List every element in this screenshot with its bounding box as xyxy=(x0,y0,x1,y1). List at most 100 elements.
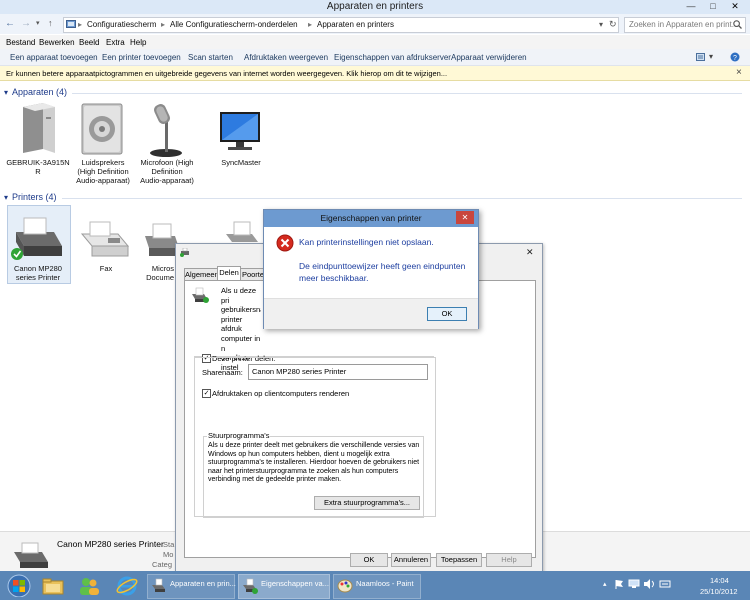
up-arrow-icon[interactable]: ↑ xyxy=(48,18,53,28)
language-keyboard-icon[interactable] xyxy=(659,579,671,589)
recent-pages-icon[interactable]: ▾ xyxy=(36,19,40,27)
printers-divider xyxy=(62,198,742,199)
devices-section-header[interactable]: Apparaten (4) xyxy=(12,87,67,97)
cancel-button[interactable]: Annuleren xyxy=(391,553,431,567)
tab-sharing[interactable]: Delen xyxy=(217,266,241,281)
error-icon xyxy=(276,234,294,252)
address-dropdown-icon[interactable]: ▾ xyxy=(599,20,603,29)
printer-microsoft-icon[interactable] xyxy=(143,220,179,260)
start-button-icon[interactable] xyxy=(7,574,31,597)
paint-icon xyxy=(337,579,353,593)
svg-text:?: ? xyxy=(733,55,737,62)
add-printer-button[interactable]: Een printer toevoegen xyxy=(102,53,181,62)
print-server-properties-button[interactable]: Eigenschappen van afdrukserver xyxy=(334,53,451,62)
error-close-button[interactable]: ✕ xyxy=(456,211,474,224)
forward-arrow-icon[interactable]: → xyxy=(21,18,31,29)
view-dropdown-icon[interactable]: ▾ xyxy=(709,52,713,61)
breadcrumb-devices-printers[interactable]: Apparaten en printers xyxy=(317,20,394,29)
properties-close-icon[interactable]: ✕ xyxy=(526,247,534,258)
printer-fourth-icon[interactable] xyxy=(222,220,264,244)
info-bar[interactable]: Er kunnen betere apparaatpictogrammen en… xyxy=(0,66,750,81)
fax-icon[interactable] xyxy=(78,218,134,260)
menu-bar: Bestand Bewerken Beeld Extra Help xyxy=(0,35,750,49)
printer-canon-icon[interactable] xyxy=(10,212,66,262)
share-name-input[interactable]: Canon MP280 series Printer xyxy=(248,364,428,380)
taskbar-item-printer-properties[interactable]: Eigenschappen va... xyxy=(238,574,330,599)
maximize-button[interactable]: □ xyxy=(702,0,724,12)
taskbar-label-paint: Naamloos - Paint xyxy=(356,579,414,588)
menu-view[interactable]: Beeld xyxy=(79,38,99,47)
breadcrumb-control-panel[interactable]: Configuratiescherm xyxy=(87,20,156,29)
help-button[interactable]: Help xyxy=(486,553,532,567)
taskbar-label-printer-properties: Eigenschappen va... xyxy=(261,579,329,588)
sharing-printer-icon xyxy=(192,287,209,303)
taskbar-properties-icon xyxy=(243,578,258,594)
action-center-flag-icon[interactable] xyxy=(614,579,624,589)
drivers-description: Als u deze printer deelt met gebruikers … xyxy=(208,442,420,484)
printer-label-canon[interactable]: Canon MP280 series Printer xyxy=(6,264,70,282)
error-detail: De eindpunttoewijzer heeft geen eindpunt… xyxy=(299,261,466,283)
menu-file[interactable]: Bestand xyxy=(6,38,35,47)
render-jobs-label: Afdruktaken op clientcomputers renderen xyxy=(212,389,350,398)
drivers-group-title: Stuurprogramma's xyxy=(207,431,271,440)
remove-device-button[interactable]: Apparaat verwijderen xyxy=(451,53,527,62)
view-options-icon[interactable] xyxy=(696,53,705,61)
start-scan-button[interactable]: Scan starten xyxy=(188,53,233,62)
ok-button[interactable]: OK xyxy=(350,553,388,567)
show-hidden-icons-icon[interactable]: ▴ xyxy=(603,580,607,588)
command-bar: Een apparaat toevoegen Een printer toevo… xyxy=(0,49,750,66)
add-device-button[interactable]: Een apparaat toevoegen xyxy=(10,53,98,62)
properties-title-printer-icon xyxy=(180,248,189,257)
details-model-label: Mo xyxy=(163,550,174,559)
computer-tower-icon[interactable] xyxy=(17,103,59,155)
apply-button[interactable]: Toepassen xyxy=(436,553,482,567)
info-bar-text: Er kunnen betere apparaatpictogrammen en… xyxy=(6,69,448,78)
clock-date[interactable]: 25/10/2012 xyxy=(700,587,738,596)
device-label-monitor[interactable]: SyncMaster xyxy=(209,158,273,167)
printers-section-header[interactable]: Printers (4) xyxy=(12,192,57,202)
menu-edit[interactable]: Bewerken xyxy=(39,38,75,47)
error-ok-button[interactable]: OK xyxy=(427,307,467,321)
search-icon[interactable] xyxy=(733,20,742,29)
render-jobs-checkbox[interactable]: ✓ xyxy=(202,389,211,398)
breadcrumb-all-items[interactable]: Alle Configuratiescherm-onderdelen xyxy=(170,20,298,29)
network-icon[interactable] xyxy=(628,579,640,589)
monitor-icon[interactable] xyxy=(218,110,264,154)
menu-help[interactable]: Help xyxy=(130,38,146,47)
device-label-speakers[interactable]: Luidsprekers (High Definition Audio-appa… xyxy=(71,158,135,185)
share-name-value: Canon MP280 series Printer xyxy=(252,367,347,376)
address-bar[interactable]: ▸ Configuratiescherm ▸ Alle Configuratie… xyxy=(63,17,619,33)
taskbar-label-devices-printers: Apparaten en prin... xyxy=(170,579,236,588)
internet-explorer-icon[interactable] xyxy=(116,575,138,597)
devices-collapse-icon[interactable]: ▾ xyxy=(4,88,8,97)
volume-icon[interactable] xyxy=(643,579,655,589)
clock-time[interactable]: 14:04 xyxy=(710,576,729,585)
printer-label-microsoft[interactable]: Micros Docume xyxy=(118,264,174,282)
help-icon[interactable]: ? xyxy=(730,52,740,62)
users-icon[interactable] xyxy=(78,576,100,596)
speakers-icon[interactable] xyxy=(80,102,126,156)
taskbar: Apparaten en prin... Eigenschappen va...… xyxy=(0,571,750,600)
details-printer-icon xyxy=(14,542,48,568)
additional-drivers-button[interactable]: Extra stuurprogramma's... xyxy=(314,496,420,510)
taskbar-item-devices-printers[interactable]: Apparaten en prin... xyxy=(147,574,236,599)
window-title: Apparaten en printers xyxy=(326,1,424,12)
share-name-label: Sharenaam: xyxy=(202,368,243,377)
error-message: Kan printerinstellingen niet opslaan. xyxy=(299,237,434,247)
microphone-icon[interactable] xyxy=(146,102,188,158)
refresh-icon[interactable]: ↻ xyxy=(609,19,617,30)
menu-tools[interactable]: Extra xyxy=(106,38,125,47)
search-input[interactable]: Zoeken in Apparaten en print... xyxy=(624,17,746,33)
minimize-button[interactable]: — xyxy=(680,0,702,12)
device-label-computer[interactable]: GEBRUIK-3A915N R xyxy=(6,158,70,176)
view-print-jobs-button[interactable]: Afdruktaken weergeven xyxy=(244,53,328,62)
device-label-microphone[interactable]: Microfoon (High Definition Audio-apparaa… xyxy=(135,158,199,185)
close-button[interactable]: ✕ xyxy=(724,0,746,12)
back-arrow-icon[interactable]: ← xyxy=(5,18,15,29)
control-panel-icon xyxy=(66,20,76,28)
file-explorer-icon[interactable] xyxy=(42,576,64,596)
printers-collapse-icon[interactable]: ▾ xyxy=(4,193,8,202)
taskbar-printer-icon xyxy=(152,578,165,592)
taskbar-item-paint[interactable]: Naamloos - Paint xyxy=(333,574,421,599)
info-bar-close-icon[interactable]: × xyxy=(736,67,742,78)
